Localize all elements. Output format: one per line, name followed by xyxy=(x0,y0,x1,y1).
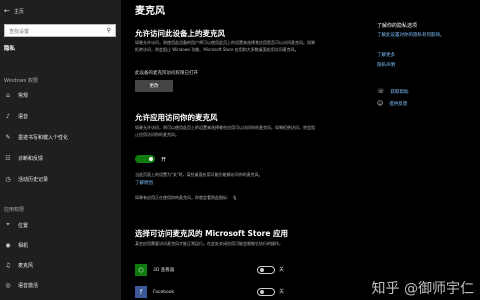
voice-activation-icon: ◎ xyxy=(5,281,11,289)
sidebar-item-location[interactable]: ⌖ 位置 xyxy=(4,220,28,230)
home-row[interactable]: ← 主页 xyxy=(4,6,24,16)
sidebar-heading: 隐私 xyxy=(4,46,16,52)
main-content: 麦克风 允许访问此设备上的麦克风 如果允许访问，则使用此设备的用户将可以使用此页… xyxy=(121,0,365,300)
watermark: 知乎 @御师宇仁 xyxy=(371,281,474,297)
section-app-permissions: 应用权限 xyxy=(4,207,25,213)
3d-viewer-icon: ⬡ xyxy=(135,264,147,276)
activity-icon: ◷ xyxy=(5,175,11,183)
device-access-status: 此设备的麦克风访问权限已打开 xyxy=(135,71,198,76)
give-feedback-label: 提供反馈 xyxy=(389,101,408,107)
recent-usage-note: 如果有应用正在使用你的麦克风，你就会看到此图标： 🎙 xyxy=(135,195,335,202)
search-icon[interactable]: ⚲ xyxy=(107,27,111,34)
search-placeholder: 查找设置 xyxy=(9,29,30,35)
app-toggle-state: 关 xyxy=(279,267,285,273)
feedback-icon: ☺ xyxy=(377,100,384,107)
back-icon[interactable]: ← xyxy=(4,7,10,15)
general-icon: ⌂ xyxy=(6,91,10,99)
3d-viewer-toggle[interactable] xyxy=(257,266,275,274)
sidebar-item-label: 墨迹书写和键入个性化 xyxy=(18,134,69,141)
page-title: 麦克风 xyxy=(135,6,165,17)
app-name: Facebook xyxy=(153,289,175,295)
give-feedback-link[interactable]: ☺ 提供反馈 xyxy=(377,100,407,107)
sidebar-item-label: 活动历史记录 xyxy=(18,176,49,183)
diagnostics-icon: ☷ xyxy=(5,154,11,162)
section-store-apps-title: 选择可访问麦克风的 Microsoft Store 应用 xyxy=(135,229,289,238)
sidebar-item-label: 常规 xyxy=(18,92,29,99)
help-icon: ☏ xyxy=(377,88,385,95)
privacy-statement-link[interactable]: 隐私声明 xyxy=(377,62,395,69)
app-row-3d-viewer: ⬡ 3D 查看器 关 xyxy=(135,262,391,278)
change-button[interactable]: 更改 xyxy=(135,80,173,92)
sidebar-item-label: 麦克风 xyxy=(18,262,34,269)
app-access-toggle[interactable] xyxy=(135,155,155,163)
sidebar-item-label: 相机 xyxy=(18,242,29,249)
app-toggle-state: 关 xyxy=(279,289,285,295)
sidebar-item-camera[interactable]: ◉ 相机 xyxy=(4,240,28,250)
learn-more-link[interactable]: 了解更多 xyxy=(377,52,395,59)
sidebar-item-label: 诊断和反馈 xyxy=(18,155,44,162)
camera-icon: ◉ xyxy=(5,241,11,249)
sidebar: ← 主页 查找设置 ⚲ 隐私 Windows 权限 ⌂ 常规 ♪ 语音 ✎ 墨迹… xyxy=(0,0,121,300)
related-panel: 了解你的隐私选项 了解此设置对你的隐私有何影响。 了解更多 隐私声明 ☏ 获取帮… xyxy=(365,0,480,300)
app-name: 3D 查看器 xyxy=(153,268,175,273)
sidebar-item-speech[interactable]: ♪ 语音 xyxy=(4,111,28,121)
sidebar-item-voice-activation[interactable]: ◎ 语音激活 xyxy=(4,280,38,290)
section-app-access-title: 允许应用访问你的麦克风 xyxy=(135,113,218,122)
sidebar-item-activity[interactable]: ◷ 活动历史记录 xyxy=(4,174,48,184)
desktop-app-note: 当此页面上的设置为"关"时，某些桌面应用可能仍能够访问你的麦克风。 xyxy=(135,172,263,177)
section-store-apps-text: 某些应用需要访问麦克风才能正常运行。在此处关闭应用可能会限制它执行的操作。 xyxy=(135,241,283,246)
app-row-facebook: f Facebook 关 xyxy=(135,284,391,300)
sidebar-item-microphone[interactable]: ♫ 麦克风 xyxy=(4,260,33,270)
microphone-indicator-icon: 🎙 xyxy=(232,195,238,200)
home-label[interactable]: 主页 xyxy=(14,8,24,15)
recent-usage-text: 如果有应用正在使用你的麦克风，你就会看到此图标： xyxy=(135,195,231,200)
privacy-impact-link[interactable]: 了解此设置对你的隐私有何影响。 xyxy=(377,32,472,39)
section-device-access-title: 允许访问此设备上的麦克风 xyxy=(135,29,225,38)
get-help-label: 获取帮助 xyxy=(390,89,409,95)
toggle-state: 开 xyxy=(161,156,167,163)
inking-icon: ✎ xyxy=(5,133,11,141)
location-icon: ⌖ xyxy=(6,221,10,228)
sidebar-item-inking[interactable]: ✎ 墨迹书写和键入个性化 xyxy=(4,132,68,142)
sidebar-item-label: 位置 xyxy=(18,222,29,229)
facebook-toggle[interactable] xyxy=(257,288,275,296)
facebook-icon: f xyxy=(135,286,147,298)
get-help-link[interactable]: ☏ 获取帮助 xyxy=(377,88,409,95)
microphone-icon: ♫ xyxy=(5,261,11,269)
sidebar-item-diagnostics[interactable]: ☷ 诊断和反馈 xyxy=(4,153,43,163)
section-windows-permissions: Windows 权限 xyxy=(4,78,38,84)
learn-why-link[interactable]: 了解原因 xyxy=(135,180,153,186)
section-device-access-text: 如果允许访问，则使用此设备的用户将可以使用此页上的设置来选择其应用是否可以访问麦… xyxy=(135,40,315,52)
sidebar-item-label: 语音激活 xyxy=(18,282,39,289)
search-input[interactable]: 查找设置 ⚲ xyxy=(4,24,116,37)
speech-icon: ♪ xyxy=(6,112,10,120)
sidebar-item-label: 语音 xyxy=(18,113,29,120)
sidebar-item-general[interactable]: ⌂ 常规 xyxy=(4,90,28,100)
section-app-access-text: 如果允许访问，则可以使用此页上的设置来选择哪些应用可以访问你的麦克风。如果拒绝访… xyxy=(135,125,315,137)
privacy-options-title: 了解你的隐私选项 xyxy=(377,23,418,29)
app-access-toggle-row[interactable]: 开 xyxy=(135,155,166,163)
